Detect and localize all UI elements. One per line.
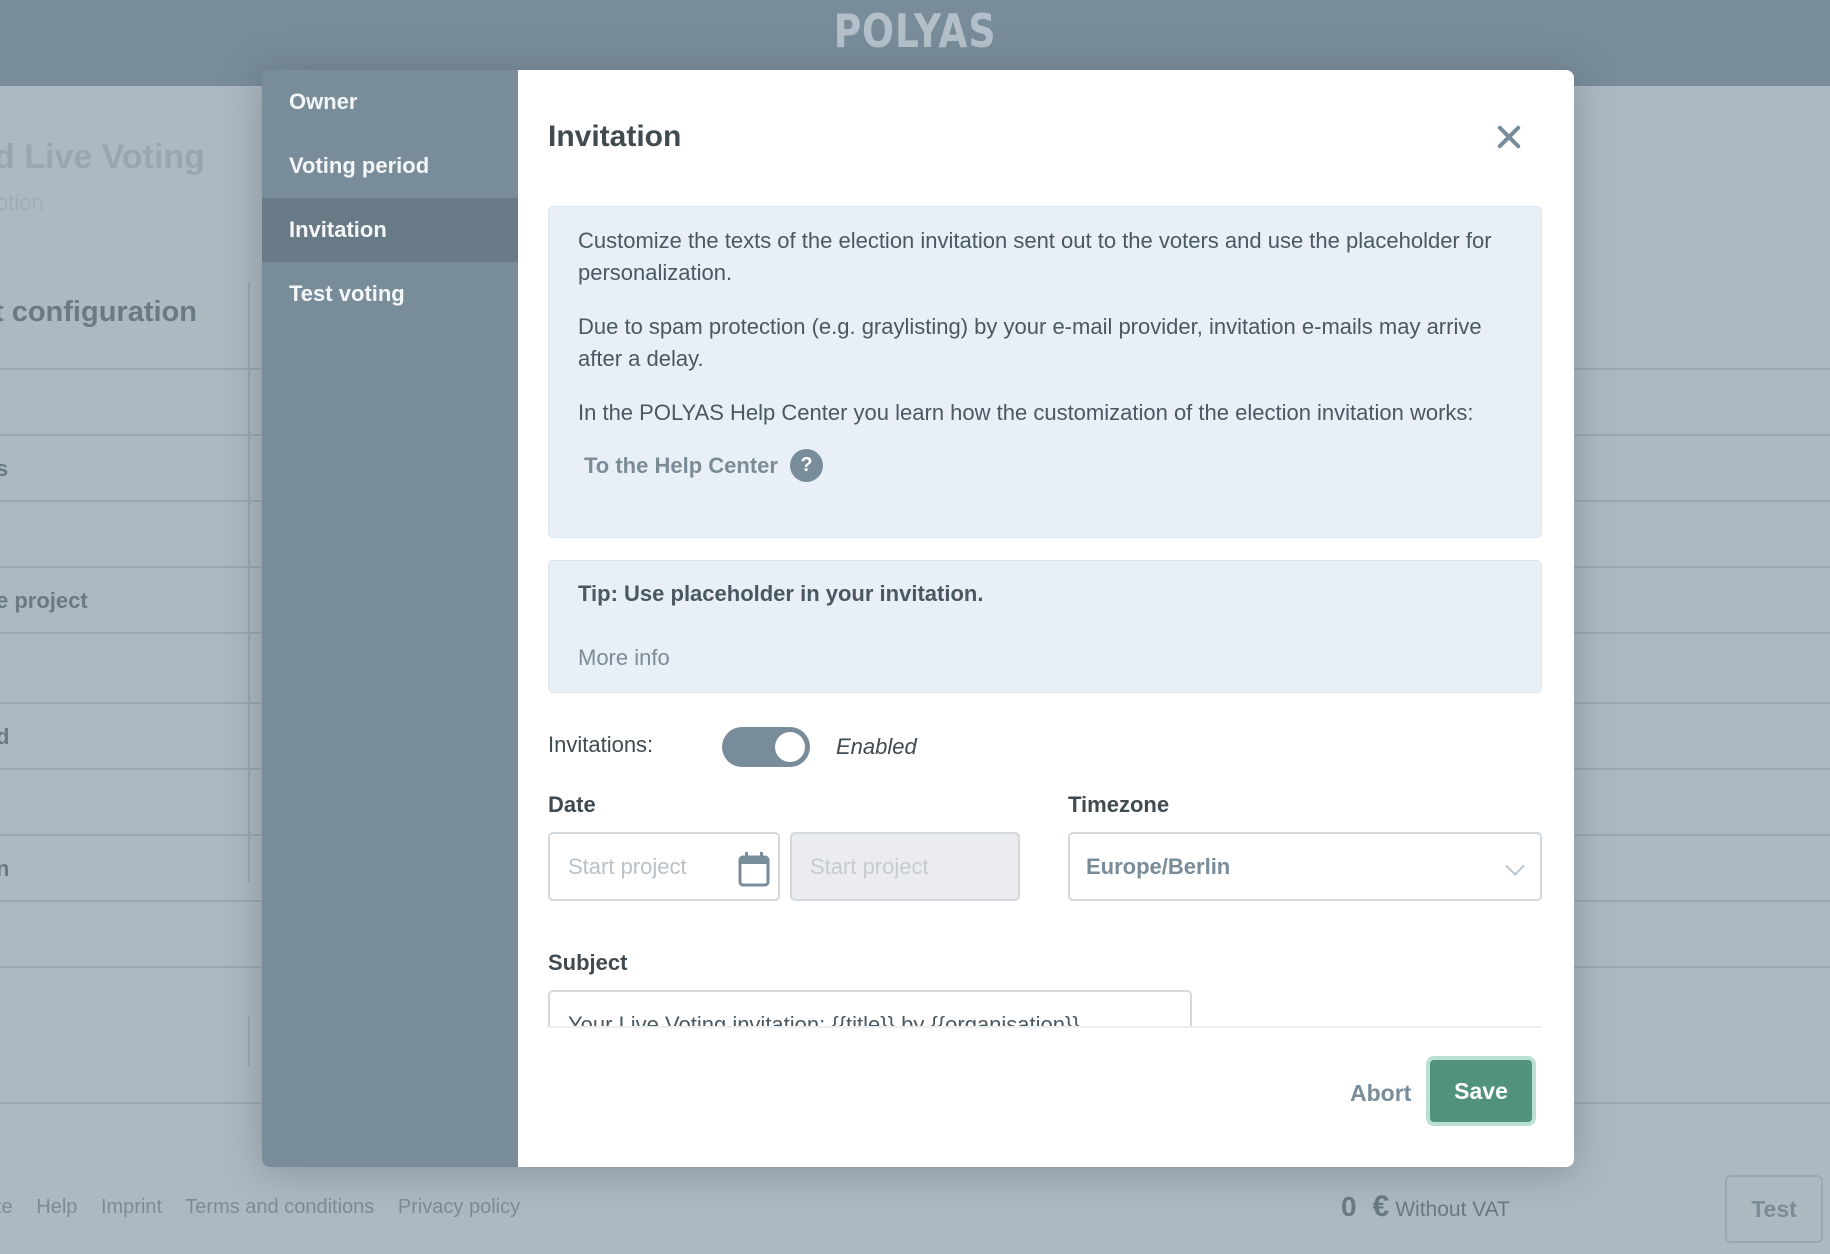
tip-text: Tip: Use placeholder in your invitation. [578,581,984,606]
footer-link[interactable]: te [0,1196,13,1218]
nav-item-test-voting[interactable]: Test voting [262,262,518,326]
close-icon[interactable] [1494,122,1524,152]
bg-table-divider [248,282,250,882]
start-date-input[interactable]: Start project [548,832,780,901]
timezone-label: Timezone [1068,792,1170,817]
end-date-placeholder: Start project [810,853,929,879]
modal-content: Invitation Customize the texts of the el… [518,70,1574,1167]
nav-item-invitation[interactable]: Invitation [262,198,518,262]
timezone-select[interactable]: Europe/Berlin [1068,832,1542,901]
start-date-placeholder: Start project [568,853,687,879]
info-paragraph: Due to spam protection (e.g. graylisting… [578,314,1482,371]
bg-row-label: n [0,856,10,881]
nav-item-owner[interactable]: Owner [262,70,518,134]
nav-item-voting-period[interactable]: Voting period [262,134,518,198]
bg-row-label: e project [0,588,88,613]
bg-row-label: d [0,724,10,749]
bg-table-divider [248,1016,250,1066]
info-paragraph: Customize the texts of the election invi… [578,228,1492,285]
modal-title: Invitation [548,120,682,153]
calendar-icon[interactable] [738,851,770,887]
toggle-knob [775,732,805,762]
modal-sidebar: Owner Voting period Invitation Test voti… [262,70,518,1167]
chevron-down-icon [1505,856,1525,876]
question-icon: ? [789,449,823,482]
subject-label: Subject [548,950,628,975]
info-box: Customize the texts of the election invi… [548,206,1542,538]
footer-link-terms[interactable]: Terms and conditions [185,1196,374,1218]
tip-box: Tip: Use placeholder in your invitation.… [548,560,1542,693]
date-label: Date [548,792,596,817]
more-info-link[interactable]: More info [578,645,670,671]
invitations-label: Invitations: [548,732,654,757]
bg-project-subtitle: otion [0,190,44,215]
save-button[interactable]: Save [1426,1056,1536,1126]
help-center-label: To the Help Center [584,452,778,478]
abort-button[interactable]: Abort [1350,1080,1411,1107]
invitations-toggle[interactable] [722,727,810,767]
end-date-input: Start project [790,832,1020,901]
timezone-value: Europe/Berlin [1086,853,1231,879]
bg-row-label: s [0,456,9,481]
info-paragraph: In the POLYAS Help Center you learn how … [578,400,1474,425]
help-center-link[interactable]: To the Help Center ? [584,449,823,482]
price-display: 0 € Without VAT [1341,1190,1510,1224]
footer-link-privacy[interactable]: Privacy policy [398,1196,520,1218]
bg-project-title: d Live Voting [0,138,205,176]
price-vat-note: Without VAT [1395,1198,1510,1221]
price-amount: 0 [1340,1191,1357,1222]
invitation-modal: Owner Voting period Invitation Test voti… [262,70,1574,1167]
euro-icon: € [1372,1190,1390,1223]
footer-link-help[interactable]: Help [36,1196,77,1218]
footer-links: te Help Imprint Terms and conditions Pri… [0,1196,538,1219]
bg-section-title: t configuration [0,296,197,328]
footer-link-imprint[interactable]: Imprint [101,1196,162,1218]
invitations-state: Enabled [836,734,917,759]
polyas-logo: POLYAS [833,4,997,58]
test-button[interactable]: Test [1725,1175,1823,1243]
